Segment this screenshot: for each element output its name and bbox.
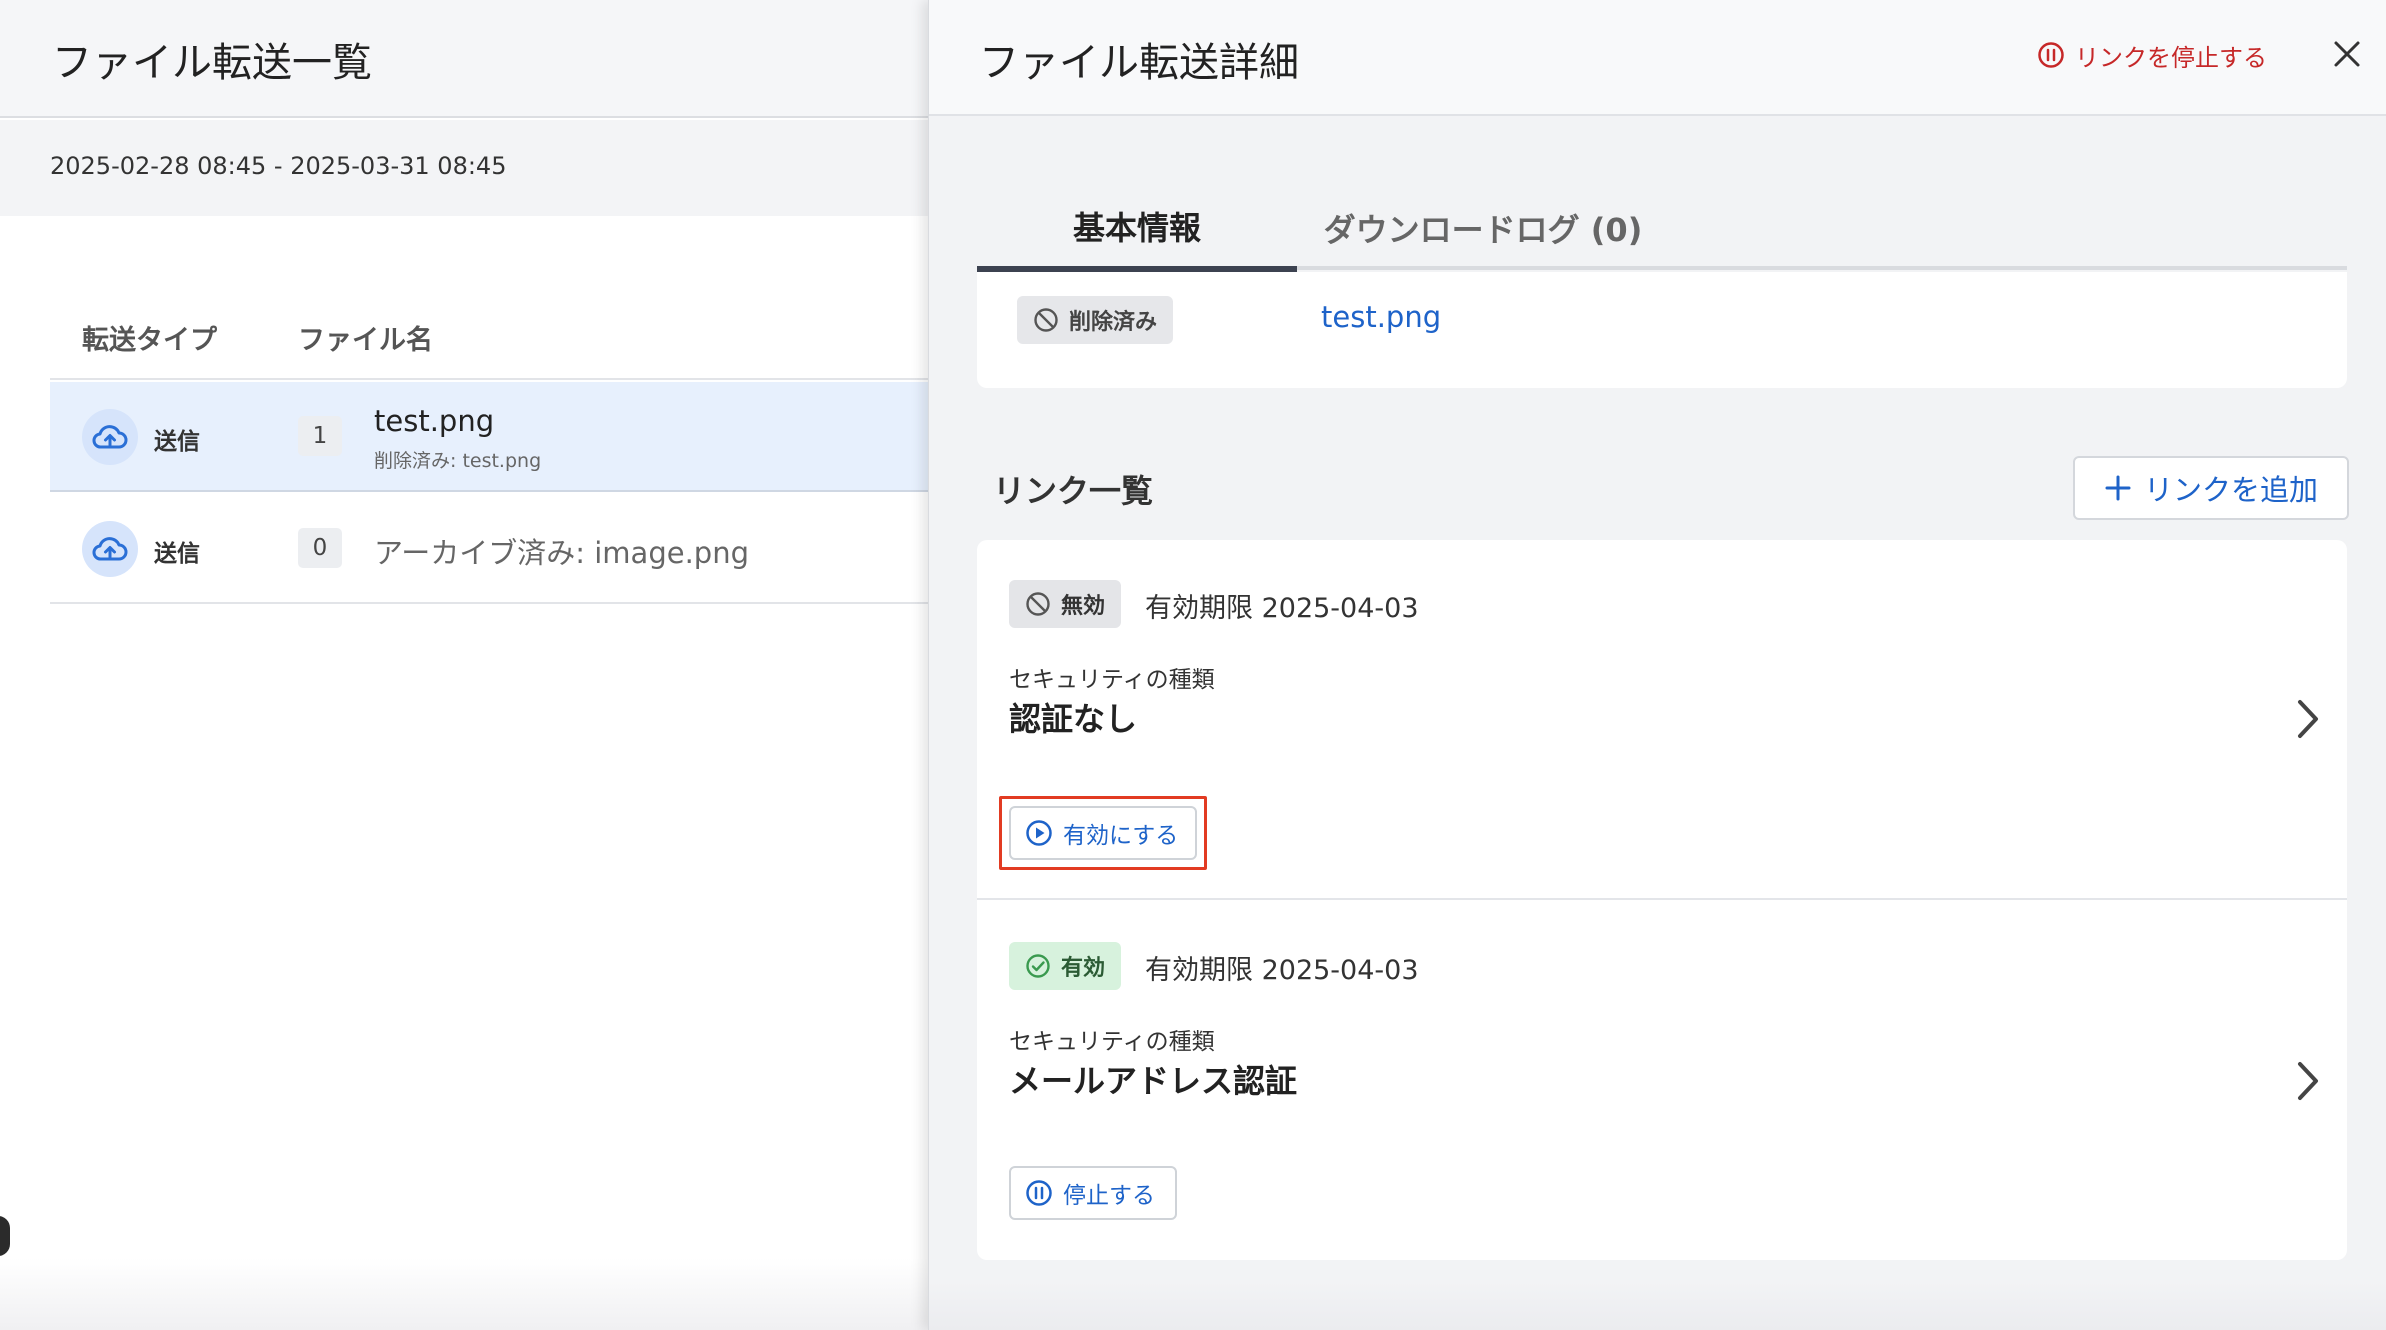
column-header-name: ファイル名 [298, 325, 433, 356]
add-link-label: リンクを追加 [2143, 473, 2318, 507]
link-count-badge: 0 [298, 528, 342, 568]
column-header-type: 転送タイプ [82, 325, 217, 356]
transfer-type: 送信 [154, 429, 200, 455]
tab-basic-info[interactable]: 基本情報 [977, 186, 1297, 272]
file-name: test.png [374, 404, 495, 438]
file-name: アーカイブ済み: image.png [374, 536, 749, 570]
tab-download-log[interactable]: ダウンロードログ (0) [1297, 186, 1669, 270]
chevron-right-icon[interactable] [2295, 1060, 2321, 1106]
link-count-badge: 1 [298, 416, 342, 456]
transfer-list-panel: ファイル転送一覧 2025-02-28 08:45 - 2025-03-31 0… [0, 0, 928, 1330]
list-header: ファイル転送一覧 [0, 0, 928, 118]
stop-link-item-button[interactable]: 停止する [1009, 1166, 1177, 1220]
table-header: 転送タイプ ファイル名 [50, 312, 928, 380]
drawer-header: ファイル転送詳細 リンクを停止する [929, 0, 2386, 116]
links-section-title: リンク一覧 [993, 472, 1154, 510]
expiry-date: 有効期限 2025-04-03 [1145, 593, 1419, 624]
list-item: 有効 有効期限 2025-04-03 セキュリティの種類 メールアドレス認証 停… [977, 902, 2347, 1260]
status-badge: 削除済み [1017, 296, 1174, 344]
close-icon [2334, 41, 2360, 67]
status-badge-label: 有効 [1061, 956, 1106, 981]
links-list: 無効 有効期限 2025-04-03 セキュリティの種類 認証なし 有効にする [977, 540, 2347, 1260]
scroll-handle[interactable] [0, 1216, 10, 1256]
enable-link-label: 有効にする [1063, 823, 1179, 849]
detail-tabs: 基本情報 ダウンロードログ (0) [977, 186, 2347, 272]
security-type-value: メールアドレス認証 [1009, 1062, 1298, 1100]
transfer-detail-drawer: ファイル転送詳細 リンクを停止する 基本情報 ダウンロードログ (0) 削除済み… [928, 0, 2386, 1330]
security-type-value: 認証なし [1009, 700, 1138, 738]
table-row[interactable]: 送信 0 アーカイブ済み: image.png [50, 494, 928, 604]
chevron-right-icon[interactable] [2295, 698, 2321, 744]
file-info-card: 削除済み test.png [977, 272, 2347, 388]
plus-icon [2105, 475, 2131, 501]
table-row[interactable]: 送信 1 test.png 削除済み: test.png [50, 382, 928, 492]
date-range[interactable]: 2025-02-28 08:45 - 2025-03-31 08:45 [50, 152, 506, 180]
check-circle-icon [1026, 954, 1050, 978]
expiry-date: 有効期限 2025-04-03 [1145, 955, 1419, 986]
play-circle-icon [1026, 820, 1052, 846]
stop-link-label: リンクを停止する [2075, 43, 2267, 72]
prohibited-icon [1034, 308, 1058, 332]
date-filter-bar: 2025-02-28 08:45 - 2025-03-31 08:45 [0, 120, 928, 216]
prohibited-icon [1026, 592, 1050, 616]
status-badge-label: 削除済み [1069, 310, 1158, 335]
pause-circle-icon [2038, 42, 2064, 68]
pause-circle-icon [1026, 1180, 1052, 1206]
status-badge: 有効 [1009, 942, 1122, 990]
security-type-label: セキュリティの種類 [1009, 667, 1215, 693]
status-badge: 無効 [1009, 580, 1122, 628]
stop-link-button[interactable]: リンクを停止する [2037, 38, 2267, 72]
file-subtitle: 削除済み: test.png [374, 450, 542, 472]
security-type-label: セキュリティの種類 [1009, 1029, 1215, 1055]
upload-cloud-icon [82, 409, 138, 465]
add-link-button[interactable]: リンクを追加 [2073, 456, 2349, 520]
status-badge-label: 無効 [1061, 594, 1106, 619]
bottom-fade [0, 1258, 928, 1330]
bottom-fade [929, 1282, 2386, 1330]
file-link[interactable]: test.png [1321, 300, 1441, 334]
page-title: ファイル転送一覧 [52, 40, 372, 86]
upload-cloud-icon [82, 521, 138, 577]
transfer-type: 送信 [154, 541, 200, 567]
close-button[interactable] [2331, 38, 2363, 70]
stop-link-item-label: 停止する [1063, 1183, 1155, 1209]
list-item: 無効 有効期限 2025-04-03 セキュリティの種類 認証なし 有効にする [977, 540, 2347, 900]
enable-link-button[interactable]: 有効にする [1009, 806, 1197, 860]
drawer-title: ファイル転送詳細 [979, 40, 1299, 86]
